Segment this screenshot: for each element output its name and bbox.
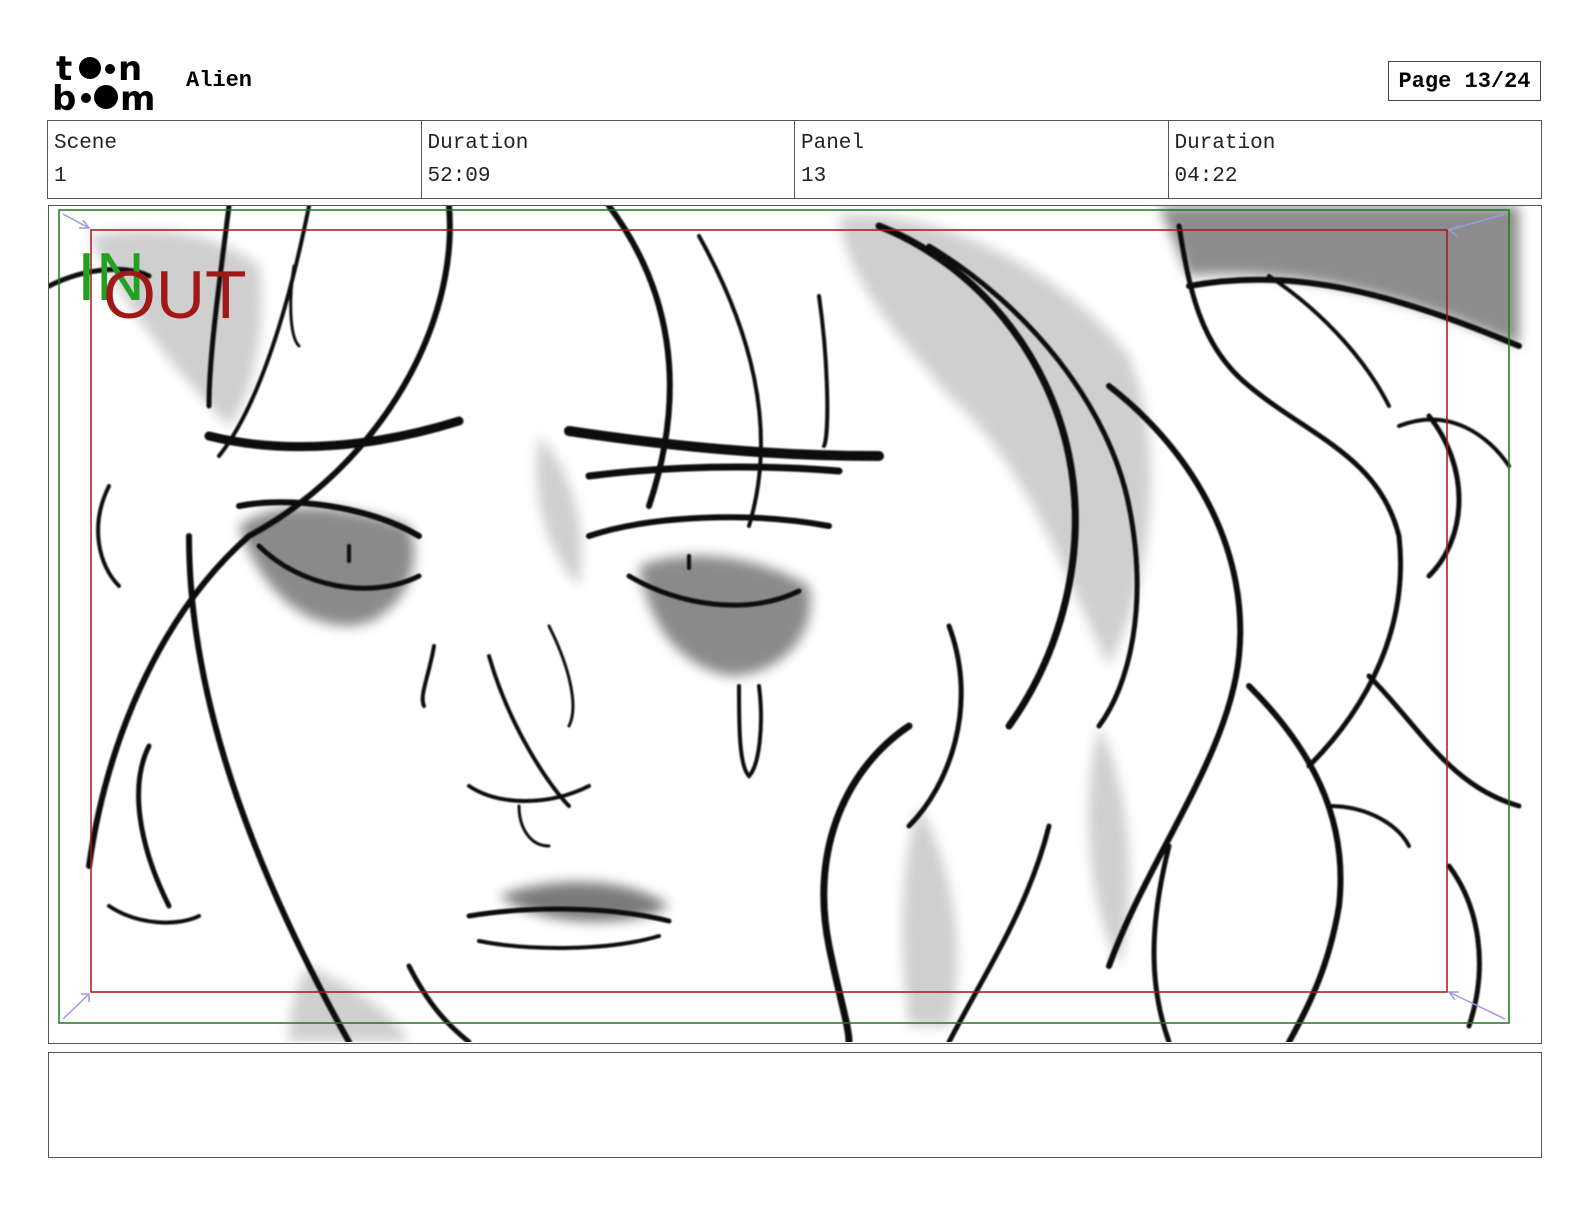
scene-duration-value: 52:09 [427,165,491,188]
svg-text:b: b [52,79,76,112]
scene-duration-cell: Duration 52:09 [422,121,795,198]
scene-label: Scene [54,132,118,155]
svg-text:m: m [120,79,155,112]
panel-info-table: Scene 1 Duration 52:09 Panel 13 Duration… [47,120,1542,199]
scene-duration-label: Duration [427,132,529,155]
project-title: Alien [186,68,253,93]
page-indicator: Page 13/24 [1388,61,1541,101]
panel-duration-value: 04:22 [1174,165,1238,188]
storyboard-panel: IN OUT [48,205,1542,1044]
scene-value: 1 [54,165,67,188]
panel-canvas: IN OUT [49,206,1522,1042]
toon-boom-logo: t n b m [52,52,164,112]
panel-value: 13 [801,165,827,188]
out-label: OUT [103,257,247,333]
panel-cell: Panel 13 [795,121,1169,198]
panel-duration-cell: Duration 04:22 [1169,121,1542,198]
panel-label: Panel [801,132,865,155]
sketch-artwork [49,206,1522,1042]
panel-duration-label: Duration [1174,132,1276,155]
scene-cell: Scene 1 [48,121,422,198]
panel-notes [48,1052,1542,1158]
